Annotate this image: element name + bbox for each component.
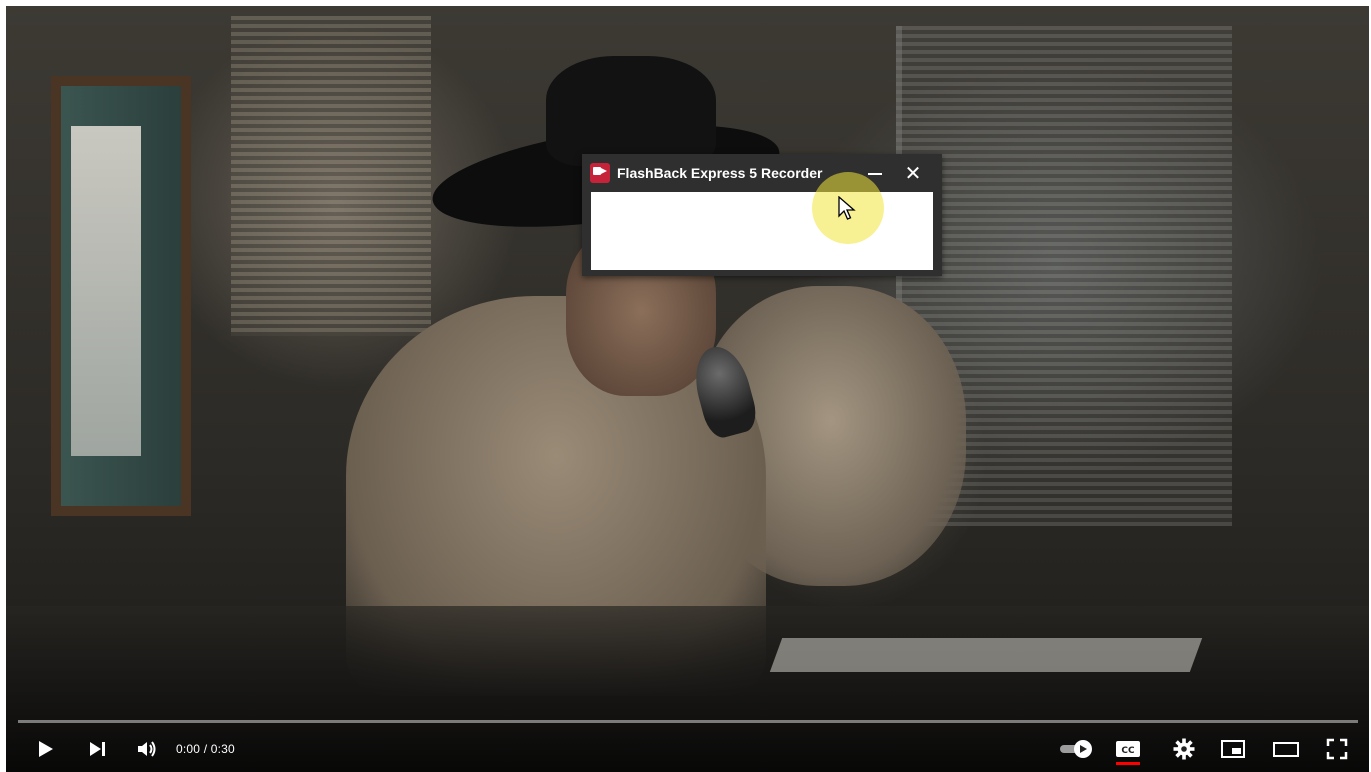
svg-text:CC: CC: [1121, 746, 1135, 756]
background-blinds: [231, 16, 431, 336]
time-total: 0:30: [210, 742, 235, 756]
flashback-recorder-window[interactable]: FlashBack Express 5 Recorder ✕: [582, 154, 942, 276]
captions-button[interactable]: CC: [1114, 736, 1142, 762]
miniplayer-icon: [1221, 740, 1245, 758]
player-controls-bar: 0:00 / 0:30 CC: [6, 706, 1369, 772]
volume-icon: [138, 741, 156, 757]
autoplay-toggle-icon: [1060, 740, 1092, 758]
autoplay-toggle[interactable]: [1056, 736, 1096, 762]
recorder-title: FlashBack Express 5 Recorder: [617, 165, 823, 181]
recorder-titlebar[interactable]: FlashBack Express 5 Recorder: [582, 154, 942, 192]
video-player[interactable]: 0:00 / 0:30 CC: [6, 6, 1369, 772]
captions-icon: CC: [1116, 741, 1140, 757]
video-frame[interactable]: [6, 6, 1369, 772]
time-separator: /: [200, 742, 211, 756]
time-display: 0:00 / 0:30: [176, 742, 235, 756]
gear-icon: [1173, 738, 1195, 760]
settings-button[interactable]: [1170, 736, 1198, 762]
time-current: 0:00: [176, 742, 201, 756]
miniplayer-button[interactable]: [1218, 736, 1248, 762]
next-icon: [90, 742, 105, 756]
captions-active-indicator: [1116, 762, 1140, 765]
flashback-logo-icon: [590, 163, 610, 183]
progress-bar[interactable]: [18, 720, 1358, 723]
close-icon: ✕: [904, 163, 922, 185]
hat-crown: [546, 56, 716, 166]
door-window: [71, 126, 141, 456]
background-door: [51, 76, 191, 516]
theater-mode-icon: [1273, 742, 1299, 757]
theater-mode-button[interactable]: [1270, 736, 1302, 762]
play-icon: [39, 741, 53, 757]
close-button[interactable]: ✕: [902, 163, 924, 185]
papers-on-table: [769, 638, 1203, 672]
volume-button[interactable]: [132, 736, 162, 762]
fullscreen-icon: [1326, 738, 1348, 760]
next-button[interactable]: [84, 736, 110, 762]
play-button[interactable]: [32, 736, 58, 762]
mouse-pointer-icon: [838, 196, 856, 220]
fullscreen-button[interactable]: [1322, 736, 1352, 762]
